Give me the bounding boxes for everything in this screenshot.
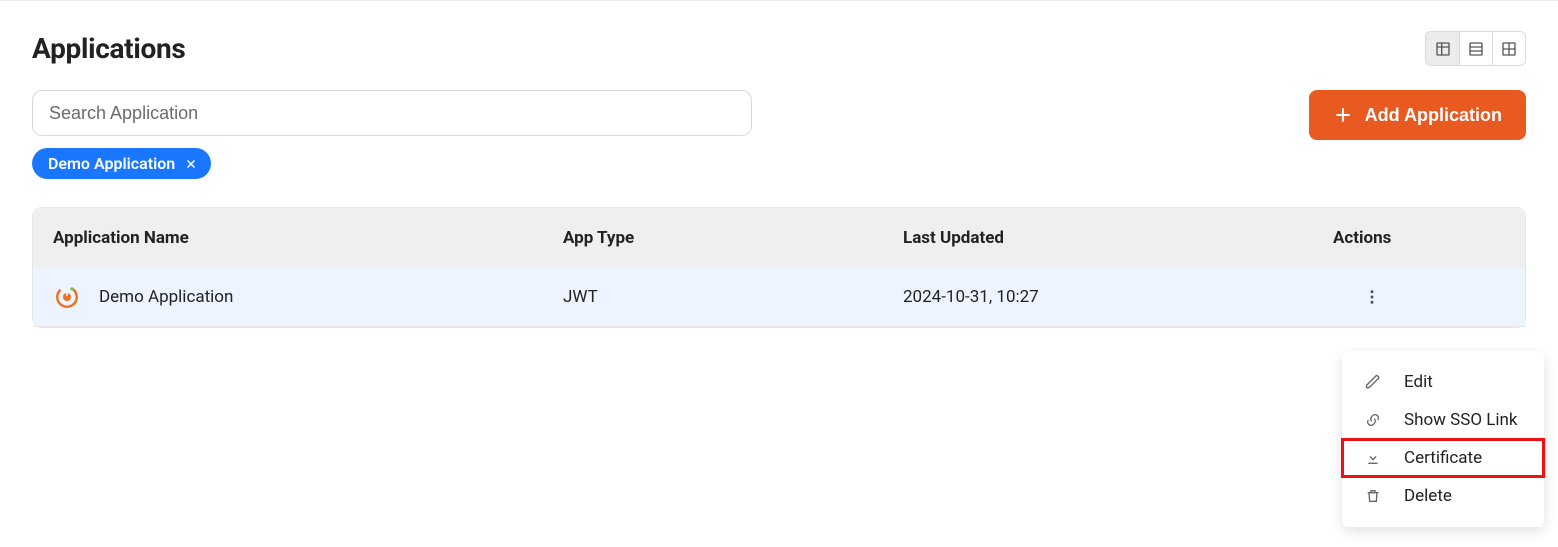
menu-item-label: Certificate xyxy=(1404,448,1482,468)
page-title: Applications xyxy=(32,32,185,65)
col-header-actions: Actions xyxy=(1333,228,1505,248)
menu-item-label: Delete xyxy=(1404,486,1452,506)
row-actions-menu: Edit Show SSO Link Certificate Delete xyxy=(1342,351,1544,527)
menu-item-label: Edit xyxy=(1404,372,1433,392)
search-input[interactable] xyxy=(32,90,752,136)
col-header-updated: Last Updated xyxy=(903,228,1333,248)
view-toggle-table[interactable] xyxy=(1426,32,1459,65)
add-application-button[interactable]: Add Application xyxy=(1309,90,1526,140)
menu-item-edit[interactable]: Edit xyxy=(1342,363,1544,401)
col-header-name: Application Name xyxy=(53,228,563,248)
add-application-label: Add Application xyxy=(1365,105,1502,126)
row-actions-button[interactable] xyxy=(1357,282,1387,312)
filter-chip-label: Demo Application xyxy=(48,154,175,173)
col-header-type: App Type xyxy=(563,228,903,248)
menu-item-certificate[interactable]: Certificate xyxy=(1342,439,1544,477)
menu-item-show-sso-link[interactable]: Show SSO Link xyxy=(1342,401,1544,439)
close-icon[interactable] xyxy=(185,158,197,170)
applications-table: Application Name App Type Last Updated A… xyxy=(32,207,1526,328)
plus-icon xyxy=(1333,105,1353,125)
table-header-row: Application Name App Type Last Updated A… xyxy=(33,208,1525,268)
table-view-icon xyxy=(1435,41,1451,57)
filter-chip-demo-application: Demo Application xyxy=(32,148,211,179)
list-view-icon xyxy=(1468,41,1484,57)
cell-app-name: Demo Application xyxy=(99,287,233,307)
menu-item-label: Show SSO Link xyxy=(1404,410,1518,430)
edit-icon xyxy=(1364,373,1382,391)
menu-item-delete[interactable]: Delete xyxy=(1342,477,1544,515)
view-toggle-grid[interactable] xyxy=(1492,32,1525,65)
download-icon xyxy=(1364,449,1382,467)
more-vert-icon xyxy=(1363,288,1381,306)
application-icon xyxy=(53,283,81,311)
view-toggle-group xyxy=(1425,31,1526,66)
link-icon xyxy=(1364,411,1382,429)
view-toggle-list[interactable] xyxy=(1459,32,1492,65)
cell-last-updated: 2024-10-31, 10:27 xyxy=(903,287,1333,307)
grid-view-icon xyxy=(1501,41,1517,57)
table-row[interactable]: Demo Application JWT 2024-10-31, 10:27 xyxy=(33,268,1525,327)
cell-app-type: JWT xyxy=(563,287,903,307)
delete-icon xyxy=(1364,487,1382,505)
